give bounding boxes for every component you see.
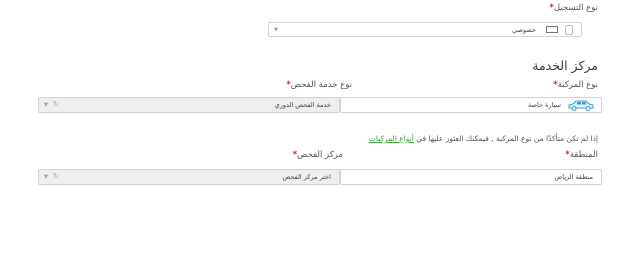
vehicle-type-note-text: إذا لم تكن متأكدًا من نوع المركبة , فيمك… bbox=[416, 134, 598, 143]
registration-type-label: نوع التسجيل* bbox=[549, 3, 598, 13]
inspection-service-value: خدمة الفحص الدوري bbox=[274, 101, 331, 109]
inspection-service-label-text: نوع خدمة الفحص bbox=[290, 80, 352, 90]
region-value: منطقة الرياض bbox=[554, 173, 593, 181]
region-label-text: المنطقة bbox=[569, 150, 598, 160]
inspection-service-select[interactable]: ▼ ↻ خدمة الفحص الدوري bbox=[38, 97, 340, 113]
service-center-title: مركز الخدمة bbox=[532, 58, 598, 73]
vehicle-types-link[interactable]: أنواع المركبات bbox=[369, 134, 414, 143]
vehicle-type-label: نوع المركبة* bbox=[553, 80, 598, 90]
car-icon bbox=[568, 100, 594, 111]
chevron-down-icon: ▼ bbox=[44, 174, 48, 180]
registration-type-value: خصوصي bbox=[512, 26, 536, 34]
inspection-center-label: مركز الفحص* bbox=[293, 150, 343, 160]
region-label: المنطقة* bbox=[565, 150, 598, 160]
plate-icon bbox=[546, 26, 558, 33]
vehicle-type-note: إذا لم تكن متأكدًا من نوع المركبة , فيمك… bbox=[369, 134, 598, 143]
inspection-center-placeholder: اختر مركز الفحص bbox=[282, 173, 332, 181]
vehicle-type-value: سيارة خاصة bbox=[527, 101, 561, 109]
spinner-icon bbox=[565, 25, 573, 35]
refresh-icon: ↻ bbox=[53, 100, 59, 108]
refresh-icon: ↻ bbox=[53, 172, 59, 180]
inspection-center-label-text: مركز الفحص bbox=[297, 150, 343, 160]
inspection-center-select[interactable]: ▼ ↻ اختر مركز الفحص bbox=[38, 169, 340, 185]
inspection-service-label: نوع خدمة الفحص* bbox=[286, 80, 352, 90]
registration-type-label-text: نوع التسجيل bbox=[553, 3, 598, 13]
vehicle-type-field[interactable]: سيارة خاصة bbox=[340, 97, 602, 113]
chevron-down-icon: ▼ bbox=[274, 27, 278, 33]
vehicle-type-label-text: نوع المركبة bbox=[557, 80, 598, 90]
region-field[interactable]: منطقة الرياض bbox=[340, 169, 602, 185]
chevron-down-icon: ▼ bbox=[44, 102, 48, 108]
registration-type-select[interactable]: ▼ خصوصي bbox=[268, 22, 582, 37]
